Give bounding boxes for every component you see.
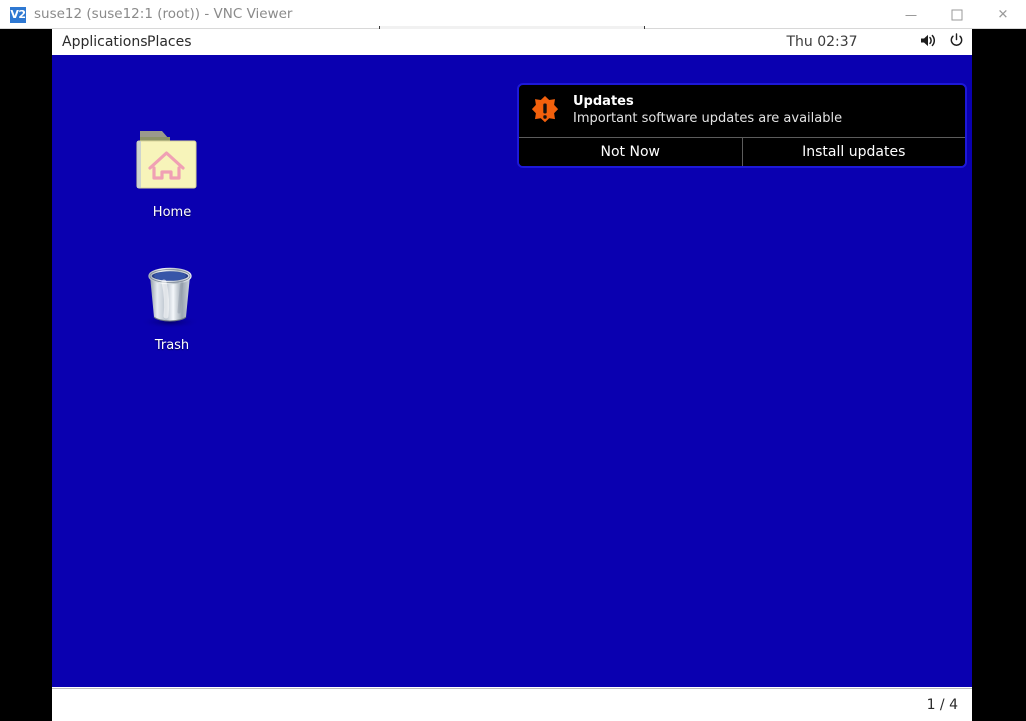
minimize-icon — [905, 14, 917, 16]
install-updates-button[interactable]: Install updates — [741, 138, 965, 166]
remote-desktop-viewport[interactable]: Applications Places Thu 02:37 Home Trash… — [52, 29, 972, 721]
vnc-app-icon: V2 — [10, 7, 26, 23]
trash-can-icon — [124, 260, 220, 332]
desktop-icon-home-label: Home — [152, 205, 192, 220]
window-title: suse12 (suse12:1 (root)) - VNC Viewer — [34, 6, 293, 22]
home-folder-icon — [124, 127, 220, 199]
notification-title: Updates — [573, 94, 634, 109]
gnome-top-panel: Applications Places Thu 02:37 — [52, 29, 972, 55]
window-titlebar: V2 suse12 (suse12:1 (root)) - VNC Viewer… — [0, 0, 1026, 29]
desktop-status-bar: 1 / 4 — [52, 688, 972, 721]
maximize-button[interactable] — [934, 0, 980, 29]
notification-message: Important software updates are available — [573, 111, 843, 126]
maximize-icon — [951, 9, 963, 20]
updates-notification[interactable]: Updates Important software updates are a… — [517, 83, 967, 168]
notification-actions: Not Now Install updates — [519, 137, 965, 166]
menu-applications[interactable]: Applications — [62, 34, 148, 50]
window-controls: ✕ — [888, 0, 1026, 29]
power-icon[interactable] — [949, 32, 964, 52]
notification-body: Updates Important software updates are a… — [519, 85, 965, 137]
panel-tray — [920, 29, 964, 55]
close-icon: ✕ — [997, 7, 1009, 22]
letterbox-left — [0, 29, 52, 721]
vnc-viewer-window: V2 suse12 (suse12:1 (root)) - VNC Viewer… — [0, 0, 1026, 721]
desktop-icon-trash-label: Trash — [154, 338, 190, 353]
not-now-button[interactable]: Not Now — [519, 138, 742, 166]
minimize-button[interactable] — [888, 0, 934, 29]
menu-places[interactable]: Places — [147, 34, 192, 50]
update-alert-icon — [529, 95, 561, 127]
workspace-page-indicator[interactable]: 1 / 4 — [927, 697, 958, 713]
panel-clock[interactable]: Thu 02:37 — [786, 34, 857, 50]
close-button[interactable]: ✕ — [980, 0, 1026, 29]
volume-icon[interactable] — [920, 33, 937, 52]
desktop-icon-trash[interactable]: Trash — [124, 260, 220, 353]
desktop-icon-home[interactable]: Home — [124, 127, 220, 220]
letterbox-right — [972, 29, 1026, 721]
desktop-surface[interactable]: Home Trash Updates Important software up… — [52, 55, 972, 687]
